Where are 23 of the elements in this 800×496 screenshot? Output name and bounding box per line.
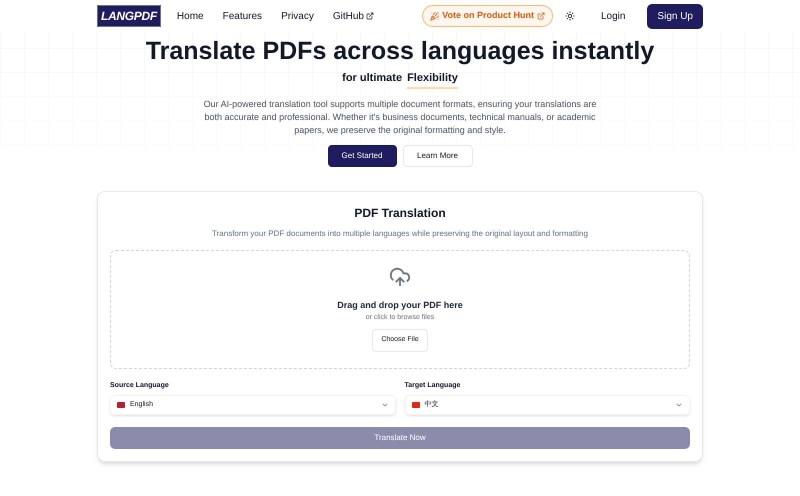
signup-button[interactable]: Sign Up [647, 4, 703, 28]
nav-link[interactable]: Home [176, 8, 204, 24]
theme-toggle-icon[interactable] [564, 11, 575, 21]
nav-link[interactable]: Privacy [281, 8, 314, 24]
login-button[interactable]: Login [594, 8, 632, 24]
get-started-button[interactable]: Get Started [328, 144, 396, 166]
hero-subtitle: for ultimate [342, 71, 402, 86]
hero-description: Our AI-powered translation tool supports multiple document formats, ensuring your translations are both accurate and professional. Whether it's business documents, technical manuals, or academic papers, we preserve the original formatting and style. [202, 98, 598, 136]
card-subtitle: Transform your PDF documents into multiple languages while preserving the original layout and formatting [212, 228, 588, 240]
card-title: PDF Translation [354, 204, 446, 222]
hero-title: Translate PDFs across languages instantly [146, 36, 654, 66]
nav-link[interactable]: GitHub [332, 8, 374, 24]
chevron-down-icon [380, 401, 388, 409]
upload-cloud-icon [389, 266, 411, 288]
dropzone-title: Drag and drop your PDF here [337, 299, 463, 312]
chevron-down-icon [675, 401, 683, 409]
hero-highlight: Flexibility [407, 70, 458, 88]
party-popper-icon [430, 12, 440, 20]
learn-more-button[interactable]: Learn More [402, 144, 472, 166]
nav-link[interactable]: Features [222, 8, 262, 24]
logo[interactable]: LANGPDF [97, 5, 161, 27]
external-link-icon [366, 12, 374, 20]
external-link-icon [536, 12, 545, 20]
